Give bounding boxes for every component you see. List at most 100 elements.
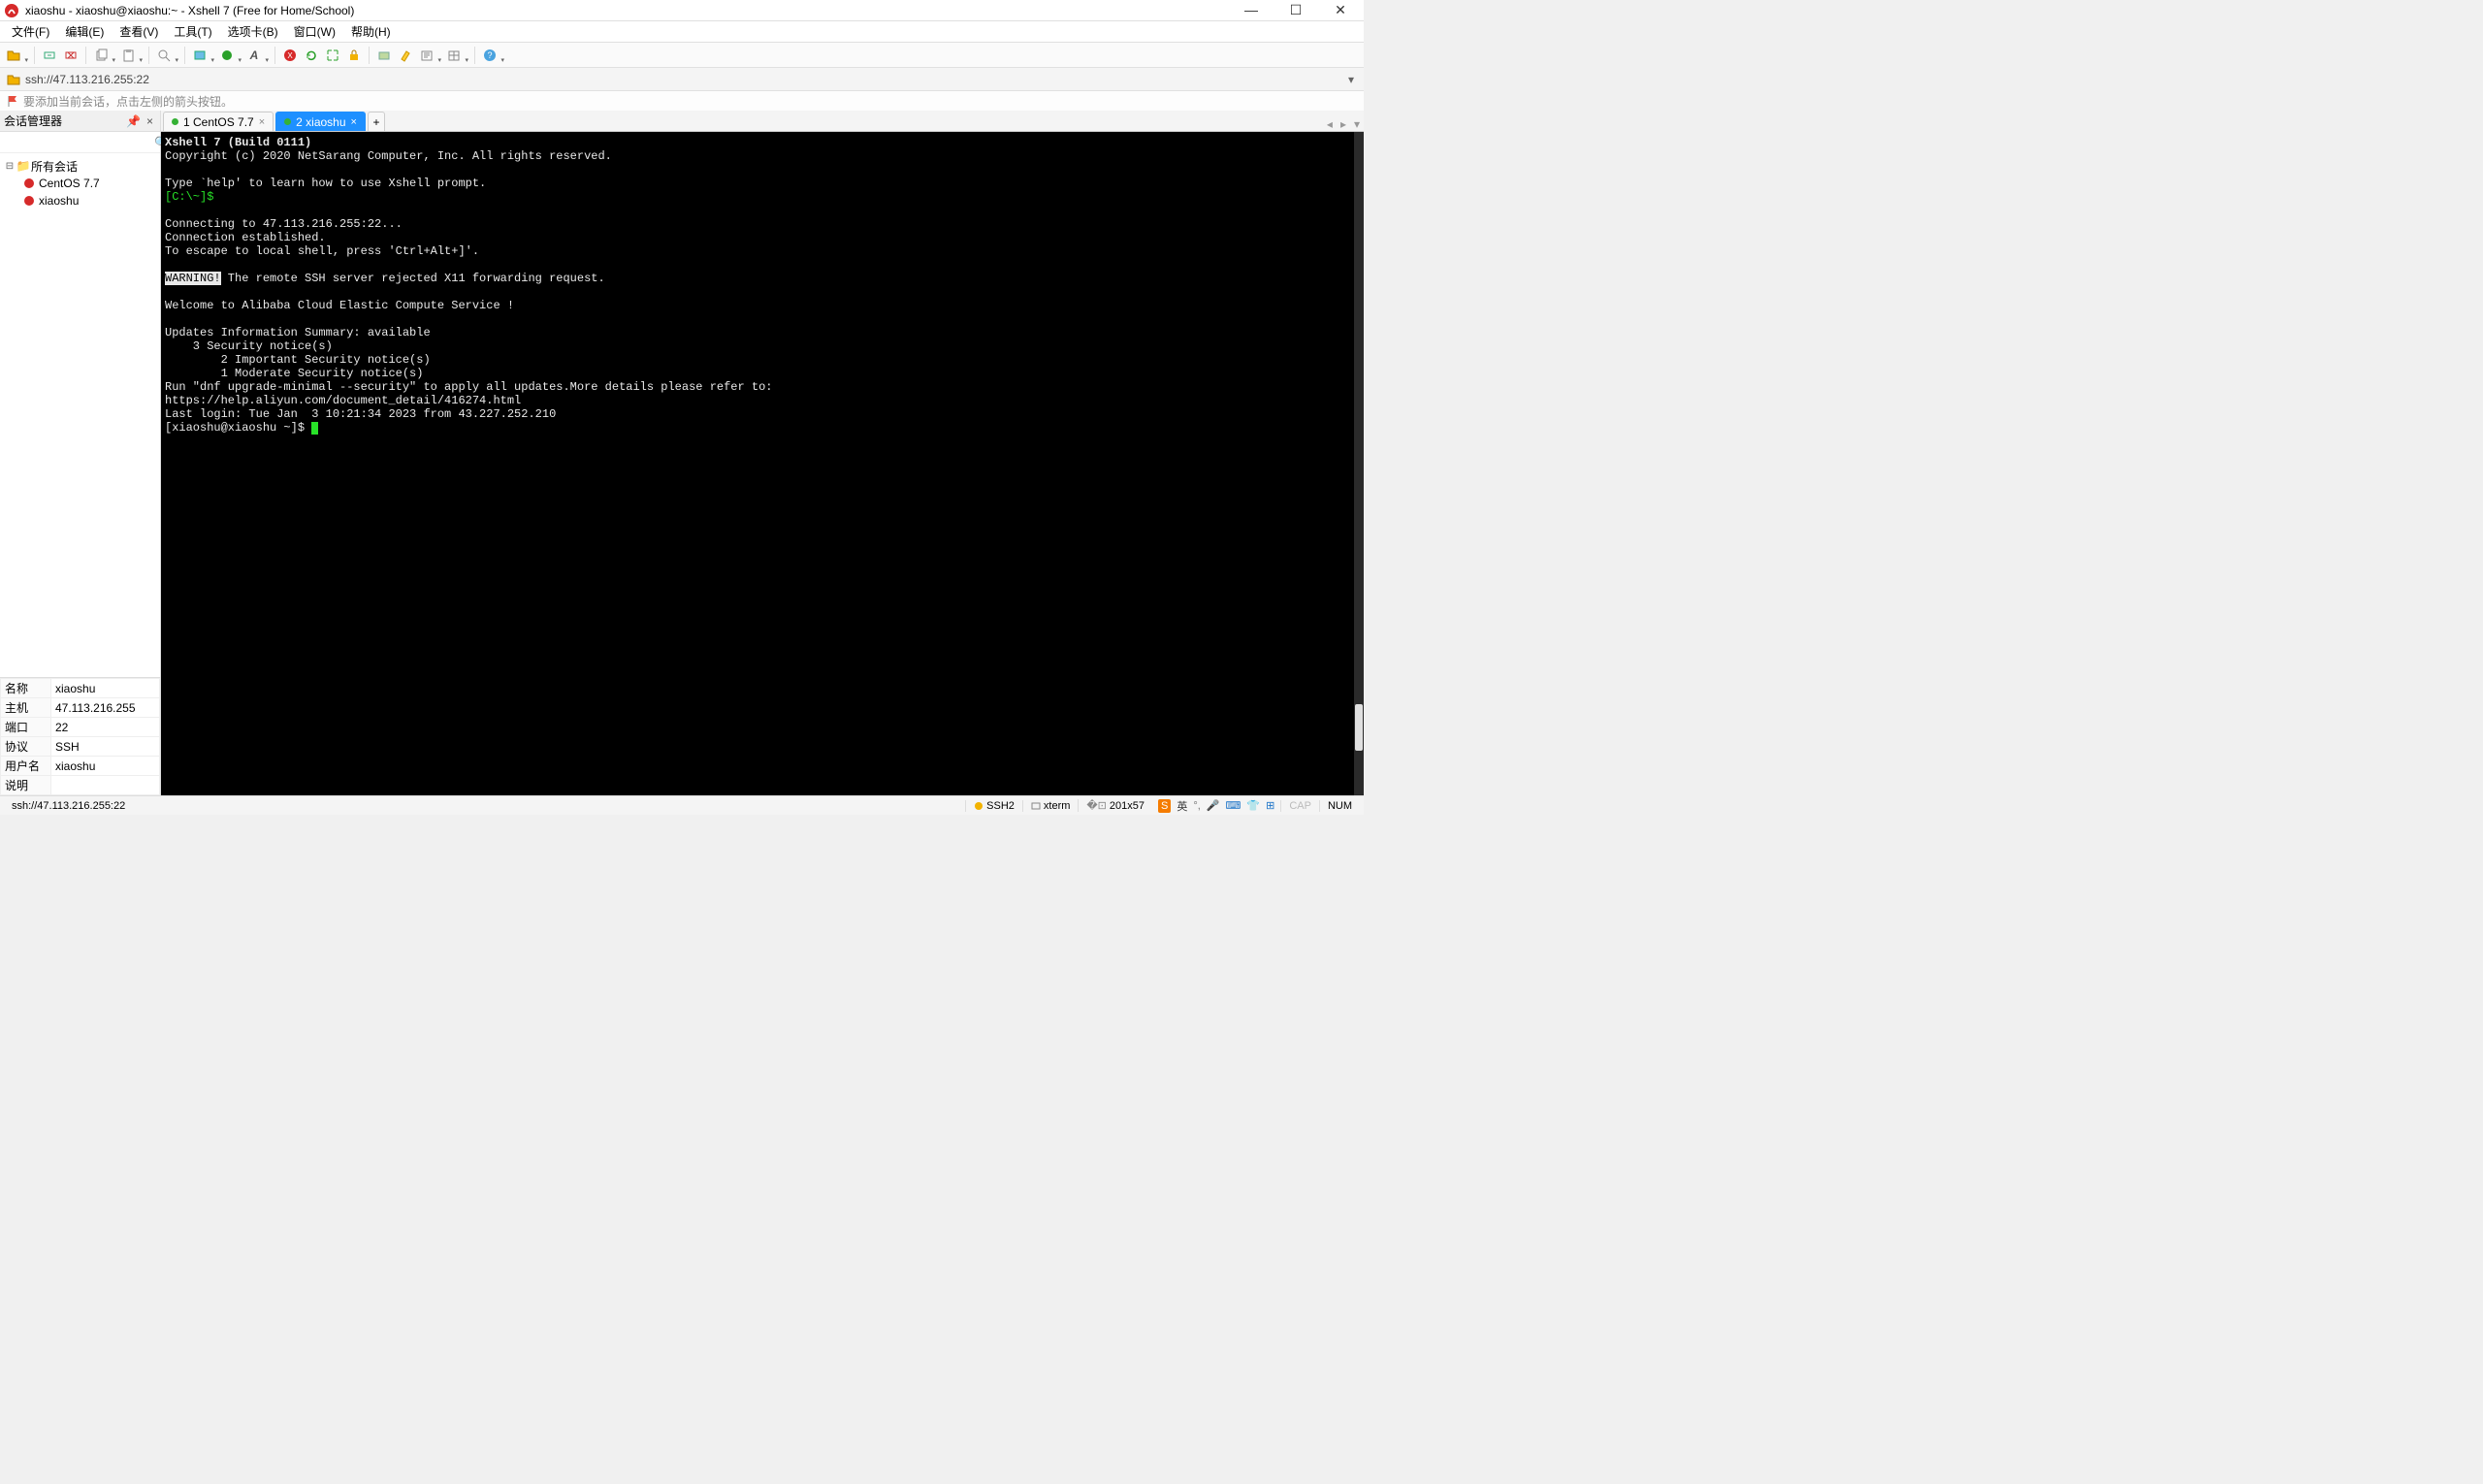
- tab-close-icon[interactable]: ×: [351, 116, 357, 128]
- panel-close-icon[interactable]: ×: [144, 114, 156, 128]
- open-button[interactable]: [4, 46, 23, 65]
- term-line: Type `help' to learn how to use Xshell p…: [165, 177, 486, 190]
- term-line: Updates Information Summary: available: [165, 326, 431, 339]
- close-button[interactable]: ✕: [1327, 2, 1354, 18]
- menu-edit[interactable]: 编辑(E): [59, 21, 110, 42]
- separator: [474, 47, 475, 64]
- session-search-input[interactable]: [4, 136, 154, 149]
- session-item-xiaoshu[interactable]: xiaoshu: [2, 192, 158, 210]
- address-dropdown[interactable]: ▾: [1344, 73, 1358, 86]
- terminal[interactable]: Xshell 7 (Build 0111) Copyright (c) 2020…: [161, 132, 1364, 795]
- reconnect-button[interactable]: [40, 46, 59, 65]
- term-line: Last login: Tue Jan 3 10:21:34 2023 from…: [165, 407, 556, 421]
- tray-ime-icon[interactable]: S: [1158, 799, 1171, 813]
- addressbar: ssh://47.113.216.255:22 ▾: [0, 68, 1364, 91]
- menu-tabs[interactable]: 选项卡(B): [222, 21, 284, 42]
- tray-mic-icon[interactable]: 🎤: [1207, 799, 1220, 812]
- status-address: ssh://47.113.216.255:22: [4, 800, 133, 812]
- term-line: 2 Important Security notice(s): [165, 353, 431, 367]
- tab-label: 2 xiaoshu: [296, 115, 345, 129]
- window-title: xiaoshu - xiaoshu@xiaoshu:~ - Xshell 7 (…: [25, 4, 1238, 17]
- pin-icon[interactable]: 📌: [123, 114, 144, 128]
- tab-close-icon[interactable]: ×: [259, 116, 265, 128]
- tray-grid-icon[interactable]: ⊞: [1266, 799, 1274, 812]
- script-button[interactable]: [417, 46, 436, 65]
- tree-root[interactable]: ⊟ 📁 所有会话: [2, 157, 158, 175]
- transfer-button[interactable]: [374, 46, 394, 65]
- prop-val: 47.113.216.255: [51, 698, 160, 718]
- refresh-button[interactable]: [302, 46, 321, 65]
- find-button[interactable]: [154, 46, 174, 65]
- tab-add-button[interactable]: +: [368, 112, 385, 131]
- menu-window[interactable]: 窗口(W): [288, 21, 341, 42]
- term-line: 3 Security notice(s): [165, 339, 333, 353]
- term-line: To escape to local shell, press 'Ctrl+Al…: [165, 244, 479, 258]
- menu-help[interactable]: 帮助(H): [345, 21, 397, 42]
- tab-next-icon[interactable]: ▸: [1337, 117, 1350, 131]
- prop-row: 端口22: [1, 718, 160, 737]
- status-dot-icon: [284, 118, 291, 125]
- folder-icon: 📁: [16, 159, 31, 173]
- prop-key: 端口: [1, 718, 51, 737]
- prop-val: [51, 776, 160, 795]
- tab-prev-icon[interactable]: ◂: [1323, 117, 1337, 131]
- term-line: https://help.aliyun.com/document_detail/…: [165, 394, 521, 407]
- svg-text:X: X: [287, 51, 293, 60]
- xagent-button[interactable]: X: [280, 46, 300, 65]
- maximize-button[interactable]: ☐: [1282, 2, 1309, 18]
- prop-val: xiaoshu: [51, 679, 160, 698]
- help-button[interactable]: ?: [480, 46, 500, 65]
- highlight-button[interactable]: [396, 46, 415, 65]
- session-item-centos[interactable]: CentOS 7.7: [2, 175, 158, 192]
- address-text[interactable]: ssh://47.113.216.255:22: [25, 73, 1344, 86]
- session-tree: ⊟ 📁 所有会话 CentOS 7.7 xiaoshu: [0, 153, 160, 677]
- status-dot-icon: [172, 118, 178, 125]
- svg-text:?: ?: [487, 50, 492, 60]
- minimize-button[interactable]: ―: [1238, 2, 1265, 18]
- tab-xiaoshu[interactable]: 2 xiaoshu ×: [275, 112, 366, 131]
- menu-tools[interactable]: 工具(T): [168, 21, 217, 42]
- tab-centos[interactable]: 1 CentOS 7.7 ×: [163, 112, 274, 131]
- tree-root-label: 所有会话: [31, 158, 78, 175]
- status-num: NUM: [1319, 800, 1360, 812]
- terminal-scrollbar[interactable]: [1354, 132, 1364, 795]
- session-item-label: xiaoshu: [39, 194, 79, 208]
- session-icon: [23, 177, 39, 189]
- tray-punct-icon[interactable]: °,: [1193, 800, 1200, 812]
- session-manager-panel: 会话管理器 📌 × 🔍 ⊟ 📁 所有会话 CentOS 7.7 xiaoshu: [0, 111, 161, 795]
- status-cap: CAP: [1280, 800, 1319, 812]
- term-line: The remote SSH server rejected X11 forwa…: [221, 272, 605, 285]
- status-protocol: SSH2: [965, 800, 1022, 812]
- term-line: Copyright (c) 2020 NetSarang Computer, I…: [165, 149, 612, 163]
- tray-shirt-icon[interactable]: 👕: [1246, 799, 1260, 812]
- session-manager-title: 会话管理器: [4, 113, 123, 129]
- scrollbar-thumb[interactable]: [1355, 704, 1363, 751]
- prop-row: 说明: [1, 776, 160, 795]
- statusbar: ssh://47.113.216.255:22 SSH2 xterm �⊡ 20…: [0, 795, 1364, 815]
- term-line: Connection established.: [165, 231, 326, 244]
- term-line: Run "dnf upgrade-minimal --security" to …: [165, 380, 773, 394]
- term-shell-prompt: [xiaoshu@xiaoshu ~]$: [165, 421, 311, 435]
- fullscreen-button[interactable]: [323, 46, 342, 65]
- disconnect-button[interactable]: [61, 46, 81, 65]
- tab-list-icon[interactable]: ▾: [1350, 117, 1364, 131]
- copy-button[interactable]: [91, 46, 111, 65]
- session-button[interactable]: [190, 46, 210, 65]
- font-button[interactable]: A: [244, 46, 264, 65]
- menu-file[interactable]: 文件(F): [6, 21, 55, 42]
- window-buttons: ― ☐ ✕: [1238, 2, 1360, 18]
- separator: [148, 47, 149, 64]
- session-properties: 名称xiaoshu 主机47.113.216.255 端口22 协议SSH 用户…: [0, 677, 160, 795]
- layout-button[interactable]: [444, 46, 464, 65]
- menu-view[interactable]: 查看(V): [113, 21, 164, 42]
- tray-keyboard-icon[interactable]: ⌨: [1226, 799, 1242, 812]
- session-icon: [23, 195, 39, 207]
- collapse-icon[interactable]: ⊟: [4, 161, 16, 172]
- prop-key: 名称: [1, 679, 51, 698]
- prop-row: 协议SSH: [1, 737, 160, 757]
- color-button[interactable]: [217, 46, 237, 65]
- paste-button[interactable]: [118, 46, 138, 65]
- tray-ime-lang[interactable]: 英: [1177, 798, 1187, 814]
- prop-val: SSH: [51, 737, 160, 757]
- lock-button[interactable]: [344, 46, 364, 65]
